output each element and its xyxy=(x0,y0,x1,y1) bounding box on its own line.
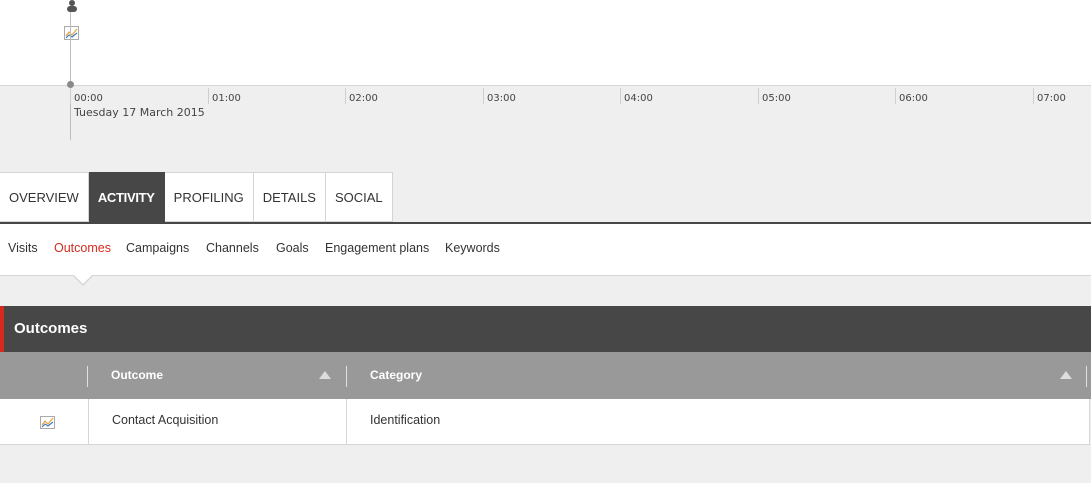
tab-overview[interactable]: OVERVIEW xyxy=(0,172,89,222)
timeline-tick xyxy=(758,88,759,104)
timeline-tick-label: 01:00 xyxy=(212,93,241,104)
subnav-pointer xyxy=(74,275,92,284)
timeline-tick-label: 05:00 xyxy=(762,93,791,104)
cell-category: Identification xyxy=(370,413,441,427)
timeline-tick-label: 00:00 xyxy=(74,93,103,104)
cell-separator xyxy=(88,399,89,444)
table-row[interactable]: Contact Acquisition Identification xyxy=(0,399,1090,445)
column-header-category[interactable]: Category xyxy=(370,368,422,382)
timeline-tick xyxy=(345,88,346,104)
timeline-tick-label: 06:00 xyxy=(899,93,928,104)
timeline-marker-line xyxy=(70,12,71,140)
timeline-tick xyxy=(1033,88,1034,104)
outcomes-panel-header: Outcomes xyxy=(0,306,1091,352)
timeline-marker-dot[interactable] xyxy=(67,81,74,88)
subnav-keywords[interactable]: Keywords xyxy=(445,241,500,255)
timeline-tick xyxy=(483,88,484,104)
sort-asc-icon[interactable] xyxy=(1060,371,1072,379)
tab-activity[interactable]: ACTIVITY xyxy=(88,172,165,222)
timeline-canvas xyxy=(0,0,1091,86)
table-header: Outcome Category xyxy=(0,352,1091,399)
cell-outcome: Contact Acquisition xyxy=(112,413,219,427)
timeline-tick xyxy=(70,88,71,104)
tab-social[interactable]: SOCIAL xyxy=(325,172,393,222)
column-header-outcome[interactable]: Outcome xyxy=(111,368,163,382)
timeline-tick xyxy=(208,88,209,104)
timeline-date: Tuesday 17 March 2015 xyxy=(74,106,205,119)
column-separator xyxy=(87,366,88,387)
column-separator xyxy=(346,366,347,387)
timeline-tick-label: 03:00 xyxy=(487,93,516,104)
contact-icon[interactable] xyxy=(66,0,78,12)
subnav-goals[interactable]: Goals xyxy=(276,241,309,255)
activity-subnav: Visits Outcomes Campaigns Channels Goals… xyxy=(0,224,1091,276)
chart-icon[interactable] xyxy=(40,416,55,429)
chart-icon[interactable] xyxy=(64,26,79,40)
timeline-tick-label: 07:00 xyxy=(1037,93,1066,104)
cell-separator xyxy=(346,399,347,444)
timeline-tick-label: 04:00 xyxy=(624,93,653,104)
panel-title: Outcomes xyxy=(14,320,88,337)
timeline-tick xyxy=(895,88,896,104)
subnav-outcomes[interactable]: Outcomes xyxy=(54,241,111,255)
subnav-channels[interactable]: Channels xyxy=(206,241,259,255)
tab-details[interactable]: DETAILS xyxy=(253,172,326,222)
timeline-tick-label: 02:00 xyxy=(349,93,378,104)
column-separator xyxy=(1086,366,1087,387)
timeline-tick xyxy=(620,88,621,104)
subnav-visits[interactable]: Visits xyxy=(8,241,38,255)
subnav-engagement-plans[interactable]: Engagement plans xyxy=(325,241,429,255)
sort-asc-icon[interactable] xyxy=(319,371,331,379)
main-tabs: OVERVIEW ACTIVITY PROFILING DETAILS SOCI… xyxy=(0,172,393,222)
subnav-campaigns[interactable]: Campaigns xyxy=(126,241,189,255)
tab-profiling[interactable]: PROFILING xyxy=(164,172,254,222)
